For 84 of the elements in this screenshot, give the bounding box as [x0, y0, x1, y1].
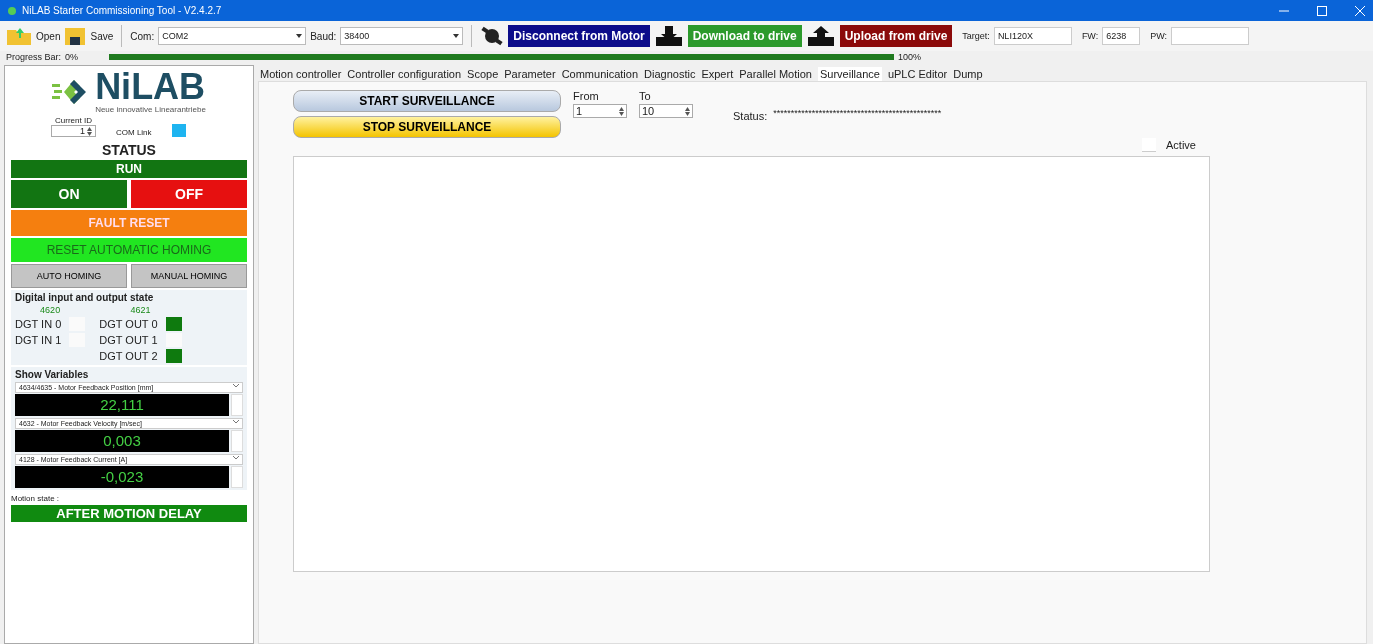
- app-icon: [8, 6, 16, 15]
- variable-display: -0,023: [15, 466, 229, 488]
- current-id-spinner[interactable]: 1: [51, 125, 96, 137]
- from-label: From: [573, 90, 600, 102]
- motion-state-indicator: AFTER MOTION DELAY: [11, 505, 247, 522]
- tab[interactable]: Motion controller: [260, 67, 342, 81]
- on-button[interactable]: ON: [11, 180, 127, 208]
- pw-field[interactable]: [1171, 27, 1250, 45]
- spinner-arrows-icon[interactable]: [685, 106, 690, 116]
- outputs-code: 4621: [129, 305, 152, 315]
- output-label: DGT OUT 2: [99, 350, 158, 362]
- chevron-down-icon[interactable]: [233, 420, 239, 424]
- variable-display: 0,003: [15, 430, 229, 452]
- status-value: ************************************************: [773, 108, 942, 118]
- com-label: Com:: [130, 30, 155, 42]
- chevron-down-icon[interactable]: [233, 456, 239, 460]
- maximize-icon[interactable]: [1317, 5, 1327, 16]
- tab[interactable]: Parameter: [504, 67, 556, 81]
- fw-label: FW:: [1081, 31, 1099, 41]
- output-label: DGT OUT 1: [99, 334, 158, 346]
- tab[interactable]: Controller configuration: [347, 67, 462, 81]
- disconnect-button[interactable]: Disconnect from Motor: [508, 25, 650, 47]
- status-label: Status:: [733, 110, 768, 122]
- from-spinner[interactable]: 1: [573, 104, 627, 118]
- dropdown-arrow-icon[interactable]: [453, 34, 460, 38]
- io-group-title: Digital input and output state: [15, 292, 155, 303]
- to-label: To: [639, 90, 652, 102]
- upload-icon: [805, 25, 836, 47]
- display-side-panel: [231, 466, 243, 488]
- off-button[interactable]: OFF: [131, 180, 247, 208]
- dropdown-arrow-icon[interactable]: [296, 34, 303, 38]
- logo-text: NiLAB: [95, 69, 206, 105]
- tab[interactable]: Dump: [953, 67, 983, 81]
- tab[interactable]: uPLC Editor: [887, 67, 948, 81]
- target-field[interactable]: NLI120X: [993, 27, 1072, 45]
- spinner-arrows-icon[interactable]: [87, 126, 92, 136]
- upload-button[interactable]: Upload from drive: [839, 25, 953, 47]
- reset-homing-button[interactable]: RESET AUTOMATIC HOMING: [11, 238, 247, 262]
- com-link-label: COM Link: [116, 128, 152, 137]
- logo-tagline: Neue innovative Linearantriebe: [95, 105, 206, 114]
- plug-icon: [480, 25, 505, 47]
- progress-label: Progress Bar:: [6, 52, 62, 62]
- floppy-icon[interactable]: [64, 26, 87, 46]
- tab[interactable]: Scope: [467, 67, 499, 81]
- output-label: DGT OUT 0: [99, 318, 158, 330]
- close-icon[interactable]: [1355, 5, 1365, 16]
- stop-surveillance-button[interactable]: STOP SURVEILLANCE: [293, 116, 561, 138]
- display-side-panel: [231, 394, 243, 416]
- tab[interactable]: Parallel Motion: [739, 67, 812, 81]
- progress-end: 100%: [898, 52, 922, 62]
- baud-dropdown[interactable]: 38400: [340, 27, 464, 45]
- start-surveillance-button[interactable]: START SURVEILLANCE: [293, 90, 561, 112]
- inputs-code: 4620: [39, 305, 62, 315]
- chevron-down-icon[interactable]: [233, 384, 239, 388]
- current-id-label: Current ID: [55, 116, 92, 125]
- auto-homing-button[interactable]: AUTO HOMING: [11, 264, 127, 288]
- tab[interactable]: Expert: [701, 67, 734, 81]
- variables-group-title: Show Variables: [15, 369, 90, 380]
- target-label: Target:: [962, 31, 990, 41]
- download-button[interactable]: Download to drive: [687, 25, 802, 47]
- display-side-panel: [231, 430, 243, 452]
- download-icon: [653, 25, 684, 47]
- to-spinner[interactable]: 10: [639, 104, 693, 118]
- active-label: Active: [1166, 139, 1196, 151]
- com-dropdown[interactable]: COM2: [158, 27, 307, 45]
- open-button[interactable]: Open: [36, 30, 61, 42]
- pw-label: PW:: [1150, 31, 1168, 41]
- motion-state-label: Motion state :: [11, 494, 61, 503]
- window-title: NiLAB Starter Commissioning Tool - V2.4.2.7: [22, 5, 222, 16]
- tab[interactable]: Surveillance: [817, 67, 882, 81]
- progress-start: 0%: [65, 52, 80, 62]
- status-title: STATUS: [101, 142, 157, 158]
- tab[interactable]: Communication: [561, 67, 639, 81]
- fw-field[interactable]: 6238: [1102, 27, 1141, 45]
- input-label: DGT IN 0: [15, 318, 62, 330]
- tab[interactable]: Diagnostic: [644, 67, 696, 81]
- input-label: DGT IN 1: [15, 334, 62, 346]
- baud-label: Baud:: [310, 30, 337, 42]
- spinner-arrows-icon[interactable]: [619, 106, 624, 116]
- save-button[interactable]: Save: [90, 30, 114, 42]
- status-indicator: RUN: [11, 160, 247, 178]
- active-checkbox[interactable]: [1142, 138, 1157, 152]
- manual-homing-button[interactable]: MANUAL HOMING: [131, 264, 247, 288]
- variable-display: 22,111: [15, 394, 229, 416]
